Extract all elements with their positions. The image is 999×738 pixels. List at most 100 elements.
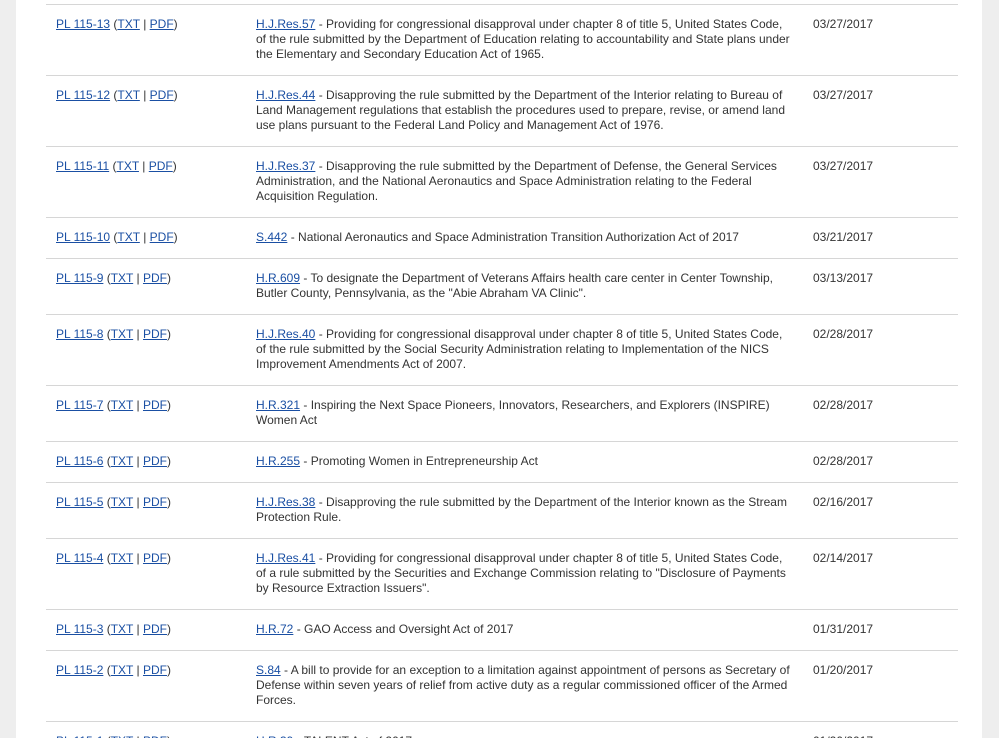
txt-link[interactable]: TXT <box>117 88 139 102</box>
public-law-link[interactable]: PL 115-6 <box>56 454 103 468</box>
public-law-link[interactable]: PL 115-11 <box>56 159 109 173</box>
law-row: PL 115-12 (TXT | PDF) H.J.Res.44 - Disap… <box>46 75 958 147</box>
bill-link[interactable]: H.J.Res.38 <box>256 495 315 509</box>
law-row: PL 115-11 (TXT | PDF) H.J.Res.37 - Disap… <box>46 146 958 218</box>
law-description: National Aeronautics and Space Administr… <box>298 230 739 244</box>
pdf-link[interactable]: PDF <box>143 622 167 636</box>
law-description: Providing for congressional disapproval … <box>256 551 786 595</box>
pdf-link[interactable]: PDF <box>143 454 167 468</box>
law-date: 03/21/2017 <box>813 230 874 244</box>
law-number-cell: PL 115-11 (TXT | PDF) <box>46 147 256 218</box>
law-date: 01/31/2017 <box>813 622 874 636</box>
bill-link[interactable]: H.J.Res.40 <box>256 327 315 341</box>
law-date-cell: 01/20/2017 <box>803 651 958 722</box>
bill-link[interactable]: H.R.72 <box>256 622 293 636</box>
law-date: 03/27/2017 <box>813 17 874 31</box>
txt-link[interactable]: TXT <box>111 495 133 509</box>
law-row: PL 115-8 (TXT | PDF) H.J.Res.40 - Provid… <box>46 314 958 386</box>
law-row: PL 115-9 (TXT | PDF) H.R.609 - To design… <box>46 258 958 315</box>
close-paren: ) <box>167 734 171 738</box>
dash-separator: - <box>315 327 327 341</box>
link-separator: | <box>136 398 140 412</box>
txt-link[interactable]: TXT <box>111 454 133 468</box>
pdf-link[interactable]: PDF <box>150 17 174 31</box>
public-law-link[interactable]: PL 115-8 <box>56 327 103 341</box>
law-date: 03/27/2017 <box>813 159 874 173</box>
law-date: 01/20/2017 <box>813 663 874 677</box>
law-date: 02/28/2017 <box>813 327 874 341</box>
law-date-cell: 03/27/2017 <box>803 76 958 147</box>
txt-link[interactable]: TXT <box>117 230 139 244</box>
bill-link[interactable]: H.J.Res.57 <box>256 17 315 31</box>
law-number-cell: PL 115-5 (TXT | PDF) <box>46 483 256 539</box>
pdf-link[interactable]: PDF <box>143 327 167 341</box>
law-number-cell: PL 115-12 (TXT | PDF) <box>46 76 256 147</box>
law-date-cell: 02/14/2017 <box>803 539 958 610</box>
txt-link[interactable]: TXT <box>111 663 133 677</box>
law-description: GAO Access and Oversight Act of 2017 <box>304 622 514 636</box>
close-paren: ) <box>173 230 178 244</box>
law-date: 02/28/2017 <box>813 454 874 468</box>
txt-link[interactable]: TXT <box>111 327 133 341</box>
public-law-link[interactable]: PL 115-3 <box>56 622 103 636</box>
bill-link[interactable]: H.J.Res.44 <box>256 88 315 102</box>
public-law-link[interactable]: PL 115-9 <box>56 271 103 285</box>
dash-separator: - <box>300 398 311 412</box>
law-date-cell: 03/13/2017 <box>803 259 958 315</box>
bill-link[interactable]: S.442 <box>256 230 287 244</box>
law-description: Providing for congressional disapproval … <box>256 327 783 371</box>
public-law-link[interactable]: PL 115-4 <box>56 551 103 565</box>
public-law-link[interactable]: PL 115-5 <box>56 495 103 509</box>
public-law-link[interactable]: PL 115-1 <box>56 734 103 738</box>
law-date: 01/20/2017 <box>813 734 873 738</box>
dash-separator: - <box>315 495 327 509</box>
law-row: PL 115-5 (TXT | PDF) H.J.Res.38 - Disapp… <box>46 482 958 539</box>
pdf-link[interactable]: PDF <box>143 734 167 738</box>
pdf-link[interactable]: PDF <box>149 159 173 173</box>
txt-link[interactable]: TXT <box>117 17 139 31</box>
public-law-link[interactable]: PL 115-10 <box>56 230 110 244</box>
pdf-link[interactable]: PDF <box>143 663 167 677</box>
link-separator: | <box>136 327 140 341</box>
bill-link[interactable]: H.J.Res.37 <box>256 159 315 173</box>
pdf-link[interactable]: PDF <box>150 230 174 244</box>
public-law-link[interactable]: PL 115-12 <box>56 88 110 102</box>
public-law-link[interactable]: PL 115-2 <box>56 663 103 677</box>
close-paren: ) <box>166 622 171 636</box>
bill-link[interactable]: H.J.Res.41 <box>256 551 315 565</box>
txt-link[interactable]: TXT <box>111 551 133 565</box>
law-row: PL 115-13 (TXT | PDF) H.J.Res.57 - Provi… <box>46 4 958 76</box>
close-paren: ) <box>173 17 178 31</box>
public-law-link[interactable]: PL 115-7 <box>56 398 103 412</box>
txt-link[interactable]: TXT <box>111 734 133 738</box>
law-description-cell: S.442 - National Aeronautics and Space A… <box>256 218 803 259</box>
txt-link[interactable]: TXT <box>117 159 139 173</box>
link-separator: | <box>143 17 147 31</box>
law-description: A bill to provide for an exception to a … <box>256 663 790 707</box>
bill-link[interactable]: H.R.39 <box>256 734 293 738</box>
bill-link[interactable]: S.84 <box>256 663 281 677</box>
law-number-cell: PL 115-8 (TXT | PDF) <box>46 315 256 386</box>
law-date: 02/14/2017 <box>813 551 874 565</box>
dash-separator: - <box>280 663 291 677</box>
pdf-link[interactable]: PDF <box>143 271 167 285</box>
txt-link[interactable]: TXT <box>111 398 133 412</box>
pdf-link[interactable]: PDF <box>143 551 167 565</box>
pdf-link[interactable]: PDF <box>143 495 167 509</box>
dash-separator: - <box>293 622 305 636</box>
public-law-link[interactable]: PL 115-13 <box>56 17 110 31</box>
txt-link[interactable]: TXT <box>111 271 133 285</box>
txt-link[interactable]: TXT <box>111 622 133 636</box>
pdf-link[interactable]: PDF <box>150 88 174 102</box>
close-paren: ) <box>172 159 177 173</box>
bill-link[interactable]: H.R.321 <box>256 398 300 412</box>
bill-link[interactable]: H.R.255 <box>256 454 300 468</box>
law-number-cell: PL 115-4 (TXT | PDF) <box>46 539 256 610</box>
law-description: To designate the Department of Veterans … <box>256 271 773 300</box>
link-separator: | <box>136 495 140 509</box>
close-paren: ) <box>166 495 171 509</box>
pdf-link[interactable]: PDF <box>143 398 167 412</box>
public-laws-page: PL 115-13 (TXT | PDF) H.J.Res.57 - Provi… <box>16 0 982 738</box>
bill-link[interactable]: H.R.609 <box>256 271 300 285</box>
law-date: 02/28/2017 <box>813 398 874 412</box>
